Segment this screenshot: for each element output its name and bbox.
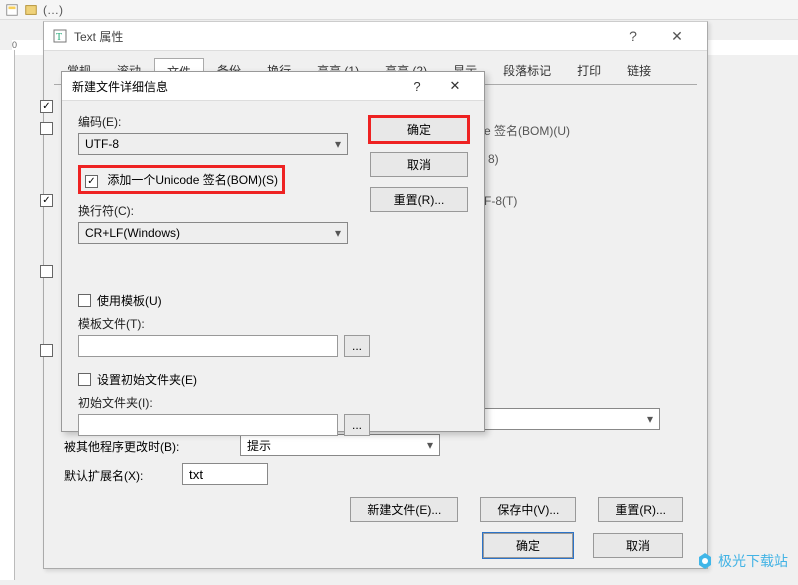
app-icon: T	[52, 28, 68, 44]
dialog-title: 新建文件详细信息	[72, 78, 168, 95]
app-toolbar: (…)	[0, 0, 798, 20]
browse-folder-button[interactable]: ...	[344, 414, 370, 436]
reset-button[interactable]: 重置(R)...	[370, 187, 468, 212]
close-button[interactable]: ✕	[436, 72, 474, 101]
bom-checkbox-label: 添加一个Unicode 签名(BOM)(S)	[107, 173, 278, 187]
right-column: 确定 取消 重置(R)...	[370, 113, 468, 436]
set-initial-folder-checkbox[interactable]	[78, 373, 91, 386]
reset-button[interactable]: 重置(R)...	[598, 497, 683, 522]
newline-value: CR+LF(Windows)	[85, 226, 180, 240]
file-buttons-row: 新建文件(E)... 保存中(V)... 重置(R)...	[350, 497, 683, 522]
checkbox[interactable]	[40, 194, 53, 207]
dialog-title: Text 属性	[74, 28, 123, 45]
checkbox[interactable]	[40, 265, 53, 278]
newline-combo[interactable]: CR+LF(Windows)	[78, 222, 348, 244]
checkbox[interactable]	[40, 344, 53, 357]
close-button[interactable]: ✕	[655, 22, 699, 51]
partial-text: F-8(T)	[484, 194, 517, 208]
use-template-label: 使用模板(U)	[97, 292, 162, 309]
set-initial-folder-label: 设置初始文件夹(E)	[97, 371, 197, 388]
ruler-tick: 0	[12, 40, 17, 50]
encoding-label: 编码(E):	[78, 113, 370, 130]
template-file-input[interactable]	[78, 335, 338, 357]
watermark-text: 极光下载站	[718, 551, 788, 571]
ok-button[interactable]: 确定	[370, 117, 468, 142]
new-file-button[interactable]: 新建文件(E)...	[350, 497, 458, 522]
toolbar-icon[interactable]	[5, 3, 19, 17]
tab-link[interactable]: 链接	[614, 57, 664, 84]
initial-folder-label: 初始文件夹(I):	[78, 394, 370, 411]
dialog-new-file-details: 新建文件详细信息 ? ✕ 编码(E): UTF-8 添加一个Unicode 签名…	[61, 71, 485, 432]
initial-folder-input[interactable]	[78, 414, 338, 436]
svg-text:T: T	[56, 32, 62, 43]
newline-label: 换行符(C):	[78, 202, 370, 219]
checkbox[interactable]	[40, 122, 53, 135]
left-column: 编码(E): UTF-8 添加一个Unicode 签名(BOM)(S) 换行符(…	[78, 113, 370, 436]
cancel-button[interactable]: 取消	[370, 152, 468, 177]
bom-checkbox[interactable]	[85, 175, 98, 188]
bom-checkbox-highlight: 添加一个Unicode 签名(BOM)(S)	[78, 165, 285, 194]
dialog-titlebar[interactable]: 新建文件详细信息 ? ✕	[62, 72, 484, 101]
tab-paragraph[interactable]: 段落标记	[490, 57, 564, 84]
partial-text: 8)	[488, 152, 499, 166]
browse-template-button[interactable]: ...	[344, 335, 370, 357]
encoding-combo[interactable]: UTF-8	[78, 133, 348, 155]
toolbar-text-fragment: (…)	[43, 3, 63, 17]
partial-text: e 签名(BOM)(U)	[484, 122, 570, 139]
encoding-value: UTF-8	[85, 137, 119, 151]
help-button[interactable]: ?	[611, 22, 655, 51]
use-template-checkbox[interactable]	[78, 294, 91, 307]
cancel-button[interactable]: 取消	[593, 533, 683, 558]
help-button[interactable]: ?	[398, 72, 436, 101]
watermark: 极光下载站	[696, 551, 788, 571]
default-ext-label: 默认扩展名(X):	[64, 467, 143, 484]
default-ext-input[interactable]	[182, 463, 268, 485]
dialog-footer-buttons: 确定 取消	[483, 533, 683, 558]
ruler-left	[0, 50, 15, 580]
template-file-label: 模板文件(T):	[78, 315, 370, 332]
saving-button[interactable]: 保存中(V)...	[480, 497, 576, 522]
dialog-titlebar[interactable]: T Text 属性 ? ✕	[44, 22, 707, 51]
dialog-content: 编码(E): UTF-8 添加一个Unicode 签名(BOM)(S) 换行符(…	[62, 101, 484, 448]
checkbox[interactable]	[40, 100, 53, 113]
ok-button[interactable]: 确定	[483, 533, 573, 558]
toolbar-icon[interactable]	[24, 3, 38, 17]
tab-print[interactable]: 打印	[564, 57, 614, 84]
